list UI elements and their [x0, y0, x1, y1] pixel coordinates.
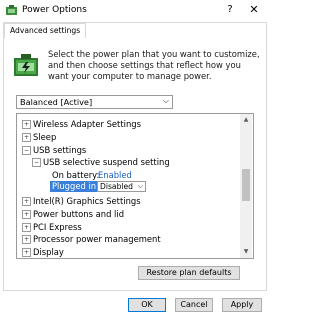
- tree-item-label: Display: [33, 247, 64, 257]
- expand-icon[interactable]: +: [22, 120, 31, 129]
- power-plan-value: Balanced [Active]: [20, 97, 93, 107]
- power-plan-dropdown[interactable]: Balanced [Active] ⌵: [16, 95, 173, 109]
- tree-item-pci-express[interactable]: + PCI Express: [17, 221, 239, 233]
- expand-icon[interactable]: +: [22, 223, 31, 232]
- tree-item-label: Intel(R) Graphics Settings: [33, 196, 141, 206]
- tree-item-label: Wireless Adapter Settings: [33, 119, 141, 129]
- collapse-icon[interactable]: −: [22, 146, 31, 155]
- expand-icon[interactable]: +: [22, 133, 31, 142]
- tree-item-label: Power buttons and lid: [33, 209, 125, 219]
- tree-scrollbar[interactable]: ▲ ▼: [240, 114, 252, 258]
- tree-item-plugged-in[interactable]: Plugged in: Disabled ⌵: [17, 181, 239, 193]
- tree-item-on-battery[interactable]: On battery: Enabled: [17, 169, 239, 181]
- power-options-icon: [6, 5, 17, 15]
- tree-item-sleep[interactable]: + Sleep: [17, 131, 239, 143]
- collapse-icon[interactable]: −: [32, 158, 41, 167]
- expand-icon[interactable]: +: [22, 210, 31, 219]
- chevron-down-icon: ⌵: [162, 96, 169, 105]
- tree-item-label: Processor power management: [33, 234, 161, 244]
- expand-icon[interactable]: +: [22, 235, 31, 244]
- tree-item-power-buttons-and-lid[interactable]: + Power buttons and lid: [17, 208, 239, 220]
- apply-button[interactable]: Apply: [222, 298, 262, 312]
- tree-item-label: PCI Express: [33, 222, 82, 232]
- close-button[interactable]: ✕: [247, 3, 261, 17]
- ok-button[interactable]: OK: [128, 298, 166, 312]
- tree-item-wireless-adapter-settings[interactable]: + Wireless Adapter Settings: [17, 118, 239, 130]
- window-title: Power Options: [22, 5, 87, 15]
- settings-tree[interactable]: + Wireless Adapter Settings + Sleep − US…: [16, 113, 254, 259]
- cancel-button[interactable]: Cancel: [175, 298, 213, 312]
- tree-item-display[interactable]: + Display: [17, 246, 239, 258]
- intro-text: Select the power plan that you want to c…: [48, 49, 260, 81]
- expand-icon[interactable]: +: [22, 197, 31, 206]
- on-battery-label: On battery:: [52, 170, 100, 180]
- plugged-in-dropdown[interactable]: Disabled ⌵: [97, 181, 146, 192]
- plugged-in-value: Disabled: [100, 182, 133, 191]
- tree-item-usb-settings[interactable]: − USB settings: [17, 144, 239, 156]
- tree-item-label: Sleep: [33, 132, 57, 142]
- help-button[interactable]: ?: [223, 3, 237, 17]
- chevron-down-icon: ⌵: [137, 182, 143, 190]
- tree-item-label: USB selective suspend setting: [43, 157, 170, 167]
- scroll-up-icon[interactable]: ▲: [240, 114, 252, 126]
- tab-advanced-settings[interactable]: Advanced settings: [4, 23, 87, 38]
- power-plan-icon: [14, 54, 38, 76]
- expand-icon[interactable]: +: [22, 248, 31, 257]
- title-bar: Power Options ? ✕: [0, 0, 270, 22]
- on-battery-value-link[interactable]: Enabled: [98, 169, 132, 181]
- restore-plan-defaults-button[interactable]: Restore plan defaults: [138, 266, 240, 280]
- scroll-down-icon[interactable]: ▼: [240, 246, 252, 258]
- tree-item-label: USB settings: [33, 145, 87, 155]
- tree-item-processor-power-management[interactable]: + Processor power management: [17, 233, 239, 245]
- tree-item-usb-selective-suspend[interactable]: − USB selective suspend setting: [17, 156, 239, 168]
- scrollbar-thumb[interactable]: [242, 169, 250, 201]
- tree-item-intel-graphics-settings[interactable]: + Intel(R) Graphics Settings: [17, 195, 239, 207]
- plugged-in-label: Plugged in:: [50, 181, 101, 192]
